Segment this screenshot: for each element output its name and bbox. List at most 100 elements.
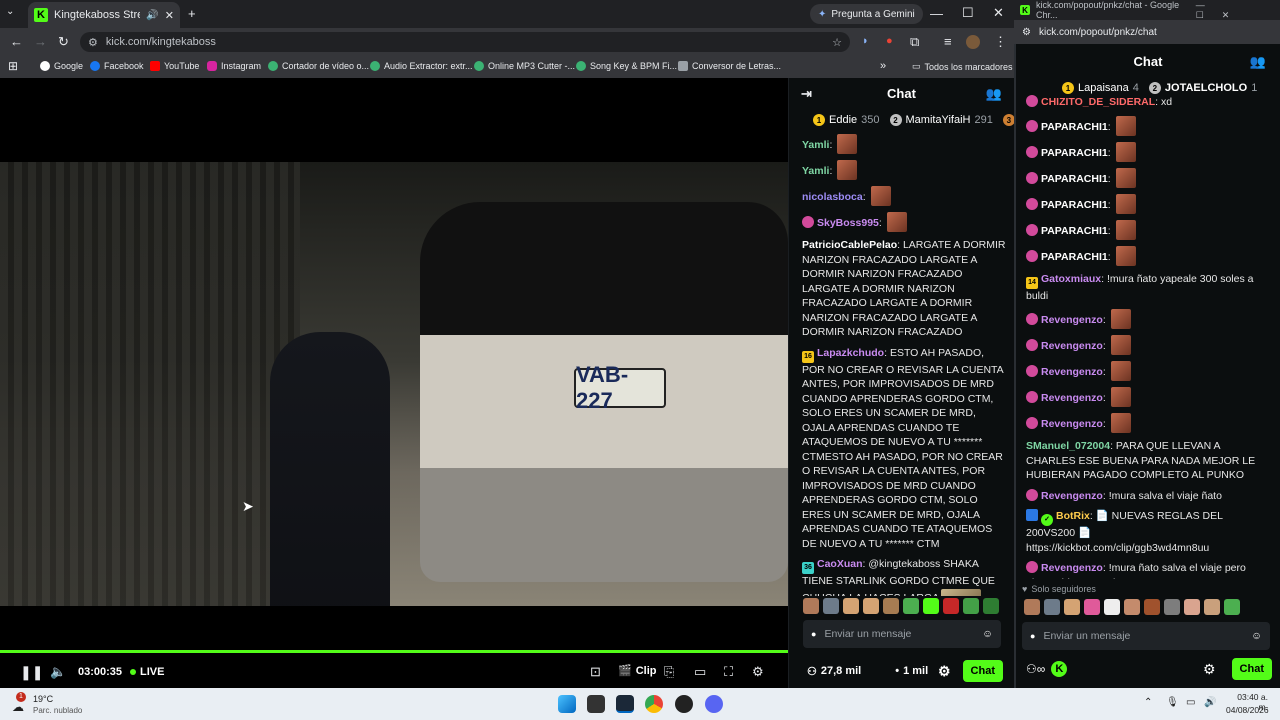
forward-icon[interactable]: →: [34, 34, 47, 49]
fullscreen-icon[interactable]: ⛶: [724, 664, 733, 680]
chat-emote-icon[interactable]: [837, 160, 858, 180]
bookmark-mp3-cutter[interactable]: Online MP3 Cutter -...: [474, 61, 575, 71]
chat-username[interactable]: PAPARACHI1: [1041, 199, 1108, 211]
chat-username[interactable]: nicolasboca: [802, 191, 863, 203]
leader-name[interactable]: Lapaisana: [1078, 82, 1129, 94]
app-icon[interactable]: [675, 695, 693, 713]
tab-active[interactable]: K Kingtekaboss Stream - Wat... 🔊 ✕: [28, 2, 180, 28]
chat-emote-icon[interactable]: [886, 212, 907, 232]
emote-icon[interactable]: [1124, 599, 1140, 615]
start-menu-icon[interactable]: [558, 695, 576, 713]
emote-icon[interactable]: [943, 598, 959, 614]
extension-red-icon[interactable]: ●: [886, 35, 893, 47]
user-list-icon[interactable]: 👥: [1250, 54, 1266, 70]
chat-username[interactable]: Revengenzo: [1041, 490, 1103, 502]
address-bar[interactable]: ⚙ kick.com/kingtekaboss ☆: [80, 32, 850, 52]
bookmark-instagram[interactable]: Instagram: [207, 61, 261, 71]
emote-icon[interactable]: [1184, 599, 1200, 615]
bookmark-conversor[interactable]: Conversor de Letras...: [678, 61, 781, 71]
leader-name[interactable]: Eddie: [829, 114, 857, 126]
emote-icon[interactable]: [923, 598, 939, 614]
chat-emote-icon[interactable]: [1115, 219, 1136, 240]
leader-name[interactable]: MamitaYifaiH: [906, 114, 971, 126]
mini-player-icon[interactable]: ▭: [694, 664, 706, 680]
chat-settings-icon[interactable]: ⚙: [1203, 661, 1216, 678]
chat-username[interactable]: SkyBoss995: [817, 217, 879, 229]
volume-tray-icon[interactable]: 🔊: [1204, 697, 1216, 708]
emoji-picker-icon[interactable]: ☺: [1251, 630, 1262, 642]
chat-emote-icon[interactable]: [1115, 167, 1136, 188]
bookmark-star-icon[interactable]: ☆: [832, 36, 842, 49]
emote-icon[interactable]: [1044, 599, 1060, 615]
close-window-icon[interactable]: ✕: [993, 5, 1004, 21]
link-icon[interactable]: ⚇∞: [1026, 662, 1045, 676]
clip-button[interactable]: 🎬 Clip: [618, 664, 656, 678]
speaker-icon[interactable]: 🔊: [146, 10, 158, 21]
bookmark-video-cutter[interactable]: Cortador de vídeo o...: [268, 61, 369, 71]
popout-url-bar[interactable]: ⚙ kick.com/popout/pnkz/chat: [1014, 20, 1280, 44]
emote-icon[interactable]: [983, 598, 999, 614]
popout-message-list[interactable]: CHIZITO_DE_SIDERAL: xd PAPARACHI1: PAPARA…: [1026, 95, 1272, 579]
tray-chevron-icon[interactable]: ⌃: [1144, 697, 1152, 708]
emote-icon[interactable]: [1224, 599, 1240, 615]
chrome-icon[interactable]: [645, 695, 663, 713]
chat-username[interactable]: Revengenzo: [1041, 340, 1103, 352]
chat-input[interactable]: ● Enviar un mensaje ☺: [803, 620, 1001, 648]
captions-icon[interactable]: ⎘: [664, 664, 674, 680]
emote-icon[interactable]: [823, 598, 839, 614]
extension-icon[interactable]: ◗: [862, 35, 869, 47]
chat-username[interactable]: Revengenzo: [1041, 562, 1103, 574]
chat-emote-icon[interactable]: [1115, 115, 1136, 136]
chat-emote-icon[interactable]: [1115, 245, 1136, 266]
chat-emote-icon[interactable]: [837, 134, 858, 154]
progress-bar[interactable]: [0, 650, 788, 653]
minimize-icon[interactable]: —: [930, 6, 943, 21]
chat-username[interactable]: CaoXuan: [817, 558, 863, 570]
emote-icon[interactable]: [1024, 599, 1040, 615]
chat-emote-icon[interactable]: [941, 588, 982, 596]
bookmark-google[interactable]: Google: [40, 61, 83, 71]
user-list-icon[interactable]: 👥: [986, 86, 1002, 102]
bookmark-youtube[interactable]: YouTube: [150, 61, 199, 71]
bookmark-facebook[interactable]: Facebook: [90, 61, 144, 71]
emoji-picker-icon[interactable]: ☺: [982, 628, 993, 640]
chat-username[interactable]: Revengenzo: [1041, 366, 1103, 378]
apps-grid-icon[interactable]: ⊞: [8, 59, 18, 73]
chat-username[interactable]: SManuel_072004: [1026, 440, 1110, 452]
emote-icon[interactable]: [1144, 599, 1160, 615]
new-tab-icon[interactable]: +: [188, 6, 196, 21]
chat-username[interactable]: PAPARACHI1: [1041, 173, 1108, 185]
chat-username[interactable]: Revengenzo: [1041, 314, 1103, 326]
more-bookmarks-icon[interactable]: »: [880, 60, 886, 72]
tab-search-icon[interactable]: ⌄: [6, 6, 14, 17]
theater-icon[interactable]: ⊡: [590, 664, 601, 680]
task-view-icon[interactable]: [587, 695, 605, 713]
chat-username[interactable]: PAPARACHI1: [1041, 147, 1108, 159]
leader-name[interactable]: JOTAELCHOLO: [1165, 82, 1247, 94]
chat-emote-icon[interactable]: [1115, 141, 1136, 162]
discord-icon[interactable]: [705, 695, 723, 713]
profile-avatar[interactable]: [966, 35, 980, 49]
chat-emote-icon[interactable]: [1110, 387, 1131, 407]
emote-icon[interactable]: [803, 598, 819, 614]
mic-icon[interactable]: 🎙: [1166, 697, 1179, 708]
chat-username[interactable]: Yamli: [802, 165, 829, 177]
chat-username[interactable]: PAPARACHI1: [1041, 121, 1108, 133]
window-controls-icon[interactable]: —☐✕: [1196, 0, 1268, 21]
chat-emote-icon[interactable]: [870, 186, 891, 206]
chat-message-list[interactable]: Yamli: Yamli: nicolasboca: SkyBoss995: P…: [802, 134, 1007, 596]
reload-icon[interactable]: ↻: [58, 34, 69, 50]
pause-icon[interactable]: ❚❚: [20, 664, 43, 681]
extensions-puzzle-icon[interactable]: ⧉: [910, 34, 919, 50]
maximize-icon[interactable]: ☐: [962, 5, 974, 21]
emote-icon[interactable]: [1104, 599, 1120, 615]
chat-username[interactable]: Lapazkchudo: [817, 347, 884, 359]
gemini-button[interactable]: ✦ Pregunta a Gemini: [810, 4, 923, 24]
bookmark-audio-extractor[interactable]: Audio Extractor: extr...: [370, 61, 473, 71]
chat-username[interactable]: BotRix: [1056, 510, 1090, 522]
all-bookmarks-folder[interactable]: ▭ Todos los marcadores: [912, 61, 1013, 72]
chat-emote-icon[interactable]: [1110, 361, 1131, 381]
chat-username[interactable]: Revengenzo: [1041, 418, 1103, 430]
chat-username[interactable]: Yamli: [802, 139, 829, 151]
emote-icon[interactable]: [963, 598, 979, 614]
